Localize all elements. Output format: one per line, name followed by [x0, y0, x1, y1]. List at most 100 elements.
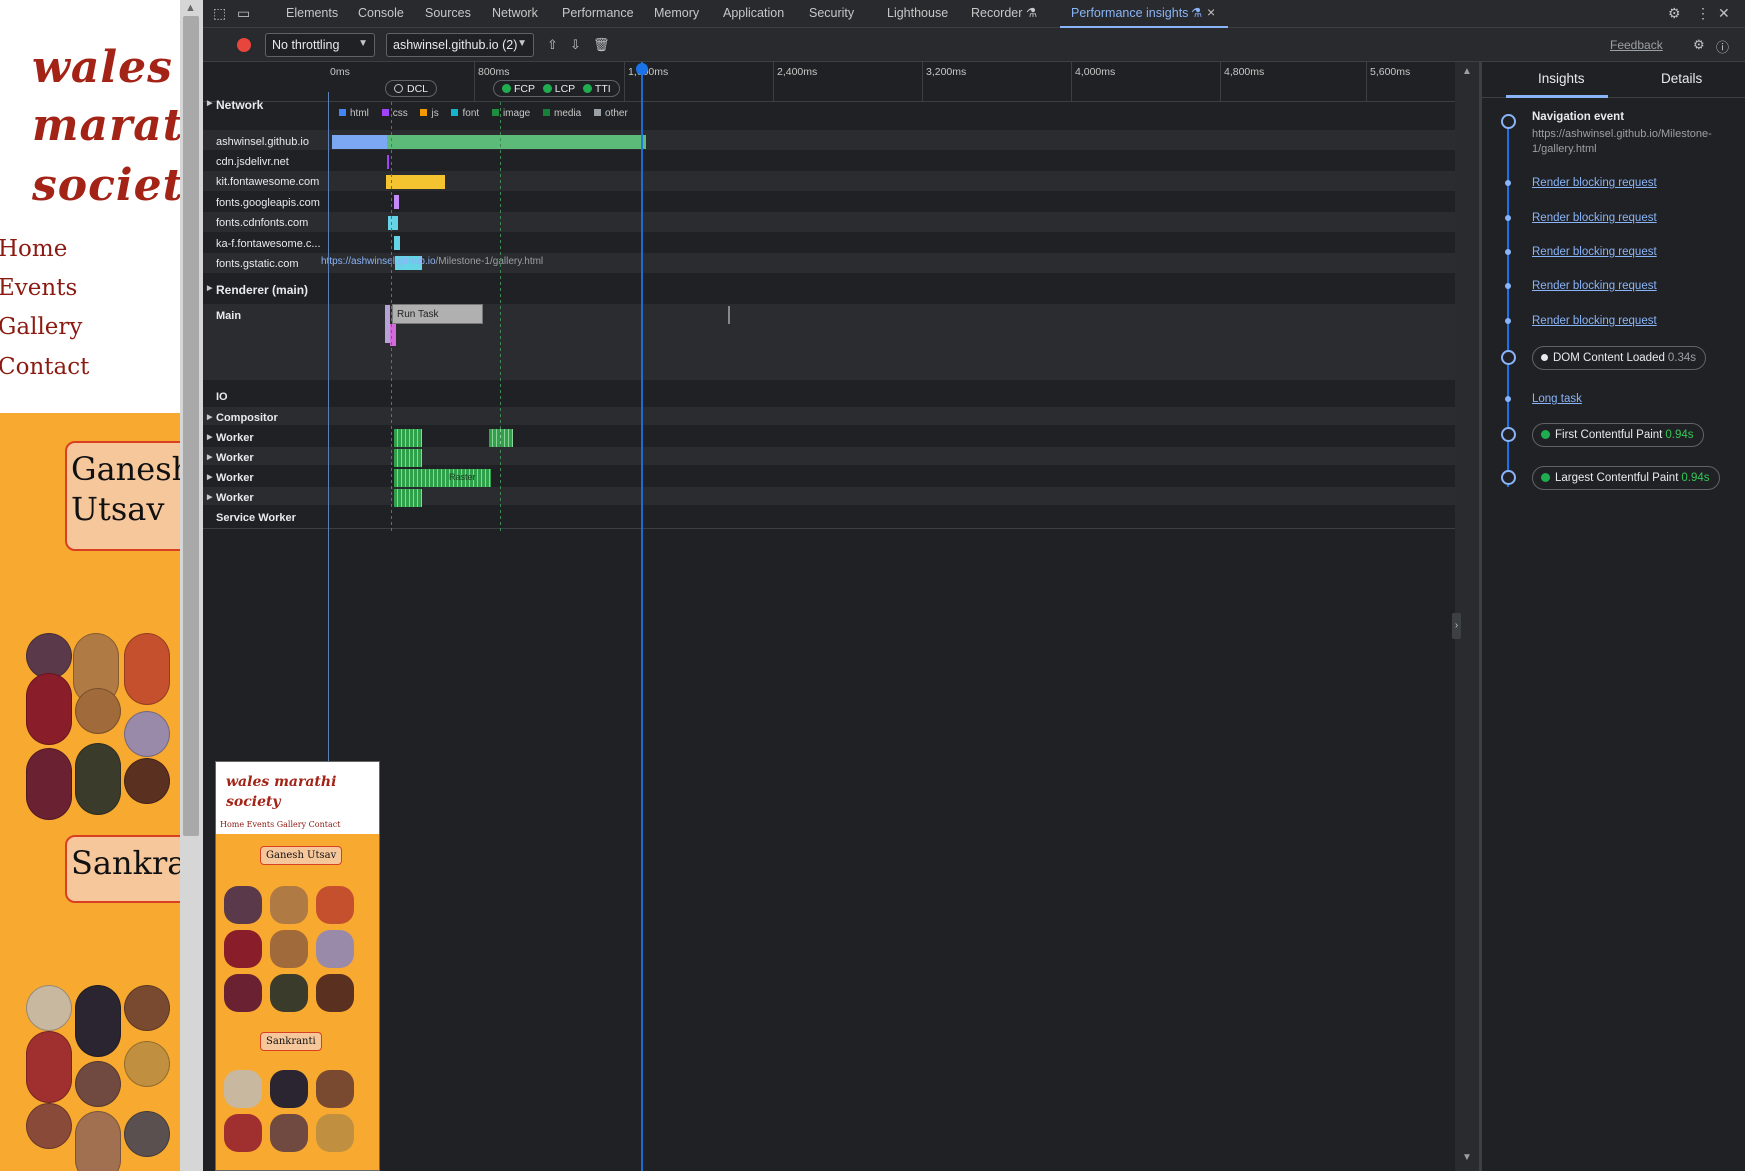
- render-blocking-request-link[interactable]: Render blocking request: [1532, 212, 1657, 224]
- renderer-section-header[interactable]: Renderer (main): [207, 283, 308, 297]
- thread-compositor[interactable]: Compositor: [207, 412, 278, 424]
- download-icon[interactable]: ⇩: [570, 37, 581, 53]
- time-cursor-line[interactable]: [641, 62, 643, 1171]
- tab-performance-insights[interactable]: Performance insights: [1071, 6, 1188, 20]
- network-request-bar[interactable]: [386, 175, 445, 189]
- raster-task[interactable]: Raster: [394, 469, 491, 487]
- more-options-icon[interactable]: ⋮: [1696, 5, 1710, 22]
- nav-home[interactable]: Home: [0, 236, 67, 262]
- render-blocking-request-link[interactable]: Render blocking request: [1532, 315, 1657, 327]
- gallery-photo[interactable]: [124, 1111, 170, 1157]
- upload-icon[interactable]: ⇧: [547, 37, 558, 53]
- feedback-link[interactable]: Feedback: [1610, 38, 1663, 52]
- screenshot-thumbnail[interactable]: wales marathi society Home Events Galler…: [215, 761, 380, 1171]
- page-scrollbar[interactable]: ▲: [180, 0, 203, 1171]
- close-tab-icon[interactable]: ×: [1207, 4, 1215, 20]
- gallery-photo[interactable]: [75, 688, 121, 734]
- network-host-row[interactable]: fonts.gstatic.com: [216, 258, 299, 270]
- gallery-photo[interactable]: [75, 743, 121, 815]
- tab-network[interactable]: Network: [492, 6, 538, 20]
- thread-service-worker[interactable]: Service Worker: [216, 512, 296, 524]
- task-slice[interactable]: [728, 306, 730, 324]
- network-request-bar[interactable]: [394, 195, 399, 209]
- inspect-element-icon[interactable]: ⬚: [213, 5, 226, 22]
- collapse-sidebar-icon[interactable]: ›: [1452, 613, 1461, 639]
- settings-gear-icon[interactable]: ⚙: [1668, 5, 1681, 22]
- nav-events[interactable]: Events: [0, 275, 77, 301]
- tab-memory[interactable]: Memory: [654, 6, 699, 20]
- network-host-row[interactable]: cdn.jsdelivr.net: [216, 156, 289, 168]
- worker-task[interactable]: [394, 489, 422, 507]
- worker-task[interactable]: [394, 449, 422, 467]
- network-request-bar[interactable]: [388, 216, 398, 230]
- worker-task[interactable]: [489, 429, 513, 447]
- worker-task[interactable]: [394, 429, 422, 447]
- dcl-chip[interactable]: DOM Content Loaded 0.34s: [1532, 346, 1707, 370]
- time-cursor-handle[interactable]: [636, 63, 648, 75]
- tab-recorder[interactable]: Recorder: [971, 6, 1022, 20]
- help-icon[interactable]: ⓘ: [1716, 37, 1729, 56]
- record-button[interactable]: [237, 38, 251, 52]
- device-toolbar-icon[interactable]: ▭: [237, 5, 250, 22]
- network-host-row[interactable]: kit.fontawesome.com: [216, 176, 319, 188]
- gallery-photo[interactable]: [124, 758, 170, 804]
- delete-icon[interactable]: 🗑: [593, 37, 610, 53]
- gallery-photo[interactable]: [75, 1111, 121, 1171]
- scroll-up-arrow-icon[interactable]: ▲: [185, 2, 196, 14]
- tab-security[interactable]: Security: [809, 6, 854, 20]
- gallery-photo[interactable]: [124, 711, 170, 757]
- render-blocking-request-link[interactable]: Render blocking request: [1532, 177, 1657, 189]
- network-request-bar[interactable]: [387, 135, 646, 149]
- tab-lighthouse[interactable]: Lighthouse: [887, 6, 948, 20]
- gallery-photo[interactable]: [124, 633, 170, 705]
- tab-application[interactable]: Application: [723, 6, 784, 20]
- gallery-photo[interactable]: [75, 985, 121, 1057]
- dcl-marker[interactable]: DCL: [385, 80, 438, 97]
- recording-select[interactable]: ashwinsel.github.io (2) ▼: [386, 33, 534, 57]
- thread-worker[interactable]: Worker: [207, 452, 254, 464]
- gallery-photo[interactable]: [124, 1041, 170, 1087]
- render-blocking-request-link[interactable]: Render blocking request: [1532, 280, 1657, 292]
- timeline-area[interactable]: 0ms 800ms 1,600ms 2,400ms 3,200ms 4,000m…: [203, 62, 1455, 1171]
- event-button-ganesh-utsav[interactable]: Ganesh Utsav: [65, 441, 180, 551]
- tab-elements[interactable]: Elements: [286, 6, 338, 20]
- tab-insights[interactable]: Insights: [1538, 71, 1585, 86]
- tab-console[interactable]: Console: [358, 6, 404, 20]
- nav-gallery[interactable]: Gallery: [0, 314, 82, 340]
- network-request-bar[interactable]: [387, 155, 389, 169]
- throttling-select[interactable]: No throttling ▼: [265, 33, 375, 57]
- page-scroll-thumb[interactable]: [183, 16, 199, 836]
- gallery-photo[interactable]: [26, 985, 72, 1031]
- gallery-photo[interactable]: [75, 1061, 121, 1107]
- capture-settings-icon[interactable]: ⚙: [1693, 37, 1705, 53]
- network-host-row[interactable]: fonts.googleapis.com: [216, 197, 320, 209]
- gallery-photo[interactable]: [26, 673, 72, 745]
- thread-io[interactable]: IO: [216, 391, 228, 403]
- network-section-header[interactable]: Network: [207, 98, 263, 112]
- close-devtools-icon[interactable]: ✕: [1718, 5, 1730, 22]
- network-request-bar[interactable]: [332, 135, 387, 149]
- network-host-row[interactable]: ashwinsel.github.io: [216, 136, 309, 148]
- render-blocking-request-link[interactable]: Render blocking request: [1532, 246, 1657, 258]
- fcp-chip[interactable]: First Contentful Paint 0.94s: [1532, 423, 1704, 447]
- tab-performance[interactable]: Performance: [562, 6, 634, 20]
- thread-worker[interactable]: Worker: [207, 432, 254, 444]
- gallery-photo[interactable]: [26, 748, 72, 820]
- long-task-link[interactable]: Long task: [1532, 393, 1582, 405]
- lcp-chip[interactable]: Largest Contentful Paint 0.94s: [1532, 466, 1720, 490]
- gallery-photo[interactable]: [124, 985, 170, 1031]
- thread-worker[interactable]: Worker: [207, 472, 254, 484]
- network-host-row[interactable]: ka-f.fontawesome.c...: [216, 238, 321, 250]
- time-ruler[interactable]: 0ms 800ms 1,600ms 2,400ms 3,200ms 4,000m…: [203, 62, 1455, 102]
- event-button-sankranti[interactable]: Sankranti: [65, 835, 180, 903]
- network-host-row[interactable]: fonts.cdnfonts.com: [216, 217, 308, 229]
- scroll-down-icon[interactable]: ▼: [1462, 1152, 1472, 1163]
- tab-details[interactable]: Details: [1661, 71, 1702, 86]
- main-thread-label[interactable]: Main: [216, 310, 241, 322]
- gallery-photo[interactable]: [26, 1103, 72, 1149]
- tab-sources[interactable]: Sources: [425, 6, 471, 20]
- fcp-lcp-tti-marker[interactable]: FCP LCP TTI: [493, 80, 620, 97]
- gallery-photo[interactable]: [26, 1031, 72, 1103]
- scroll-up-icon[interactable]: ▲: [1462, 66, 1472, 77]
- nav-contact[interactable]: Contact: [0, 354, 89, 380]
